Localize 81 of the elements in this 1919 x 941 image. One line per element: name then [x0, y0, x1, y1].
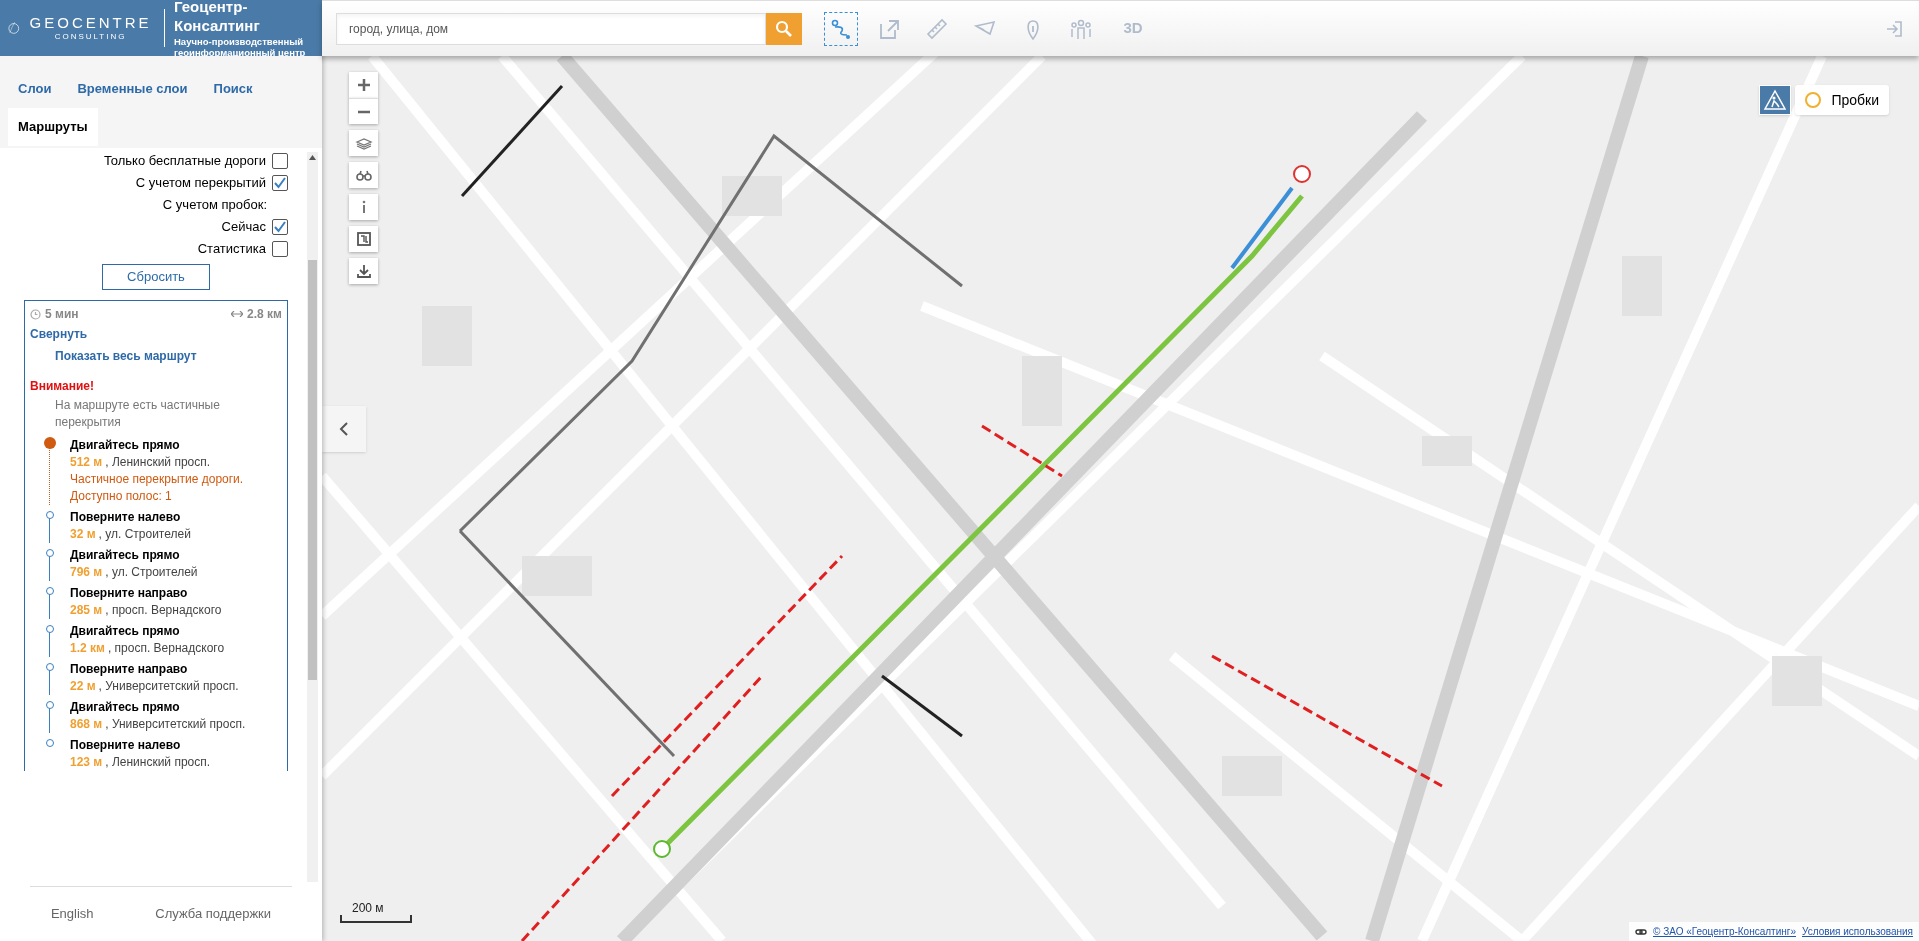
route-distance: 2.8 км [247, 306, 282, 323]
step-instruction: Двигайтесь прямо [70, 547, 181, 564]
route-tool[interactable] [824, 11, 858, 46]
checkbox-label: Только бесплатные дороги [103, 152, 266, 171]
step-instruction: Двигайтесь прямо [70, 699, 181, 716]
step-note: Доступно полос: 1 [70, 488, 173, 505]
step-instruction: Поверните направо [70, 585, 189, 602]
route-time: 5 мин [45, 306, 79, 323]
step-street: , просп. Вернадского [105, 602, 222, 619]
traffic-toggle[interactable]: Пробки [1795, 85, 1889, 115]
clock-icon [30, 308, 41, 320]
zoom-out-icon [356, 109, 371, 114]
step-street: , Ленинский просп. [105, 454, 211, 471]
checkbox[interactable] [272, 153, 288, 169]
ruler-icon [926, 17, 948, 40]
people-icon [1070, 17, 1092, 40]
tab[interactable]: Слои [8, 70, 62, 108]
download-button[interactable] [349, 258, 378, 284]
chevron-left-icon [339, 421, 349, 437]
checkbox-label: Статистика [197, 240, 266, 259]
collapse-link[interactable]: Свернуть [30, 325, 282, 343]
logo-subtext: CONSULTING [54, 33, 127, 41]
scale-label: 200 м [352, 900, 384, 917]
checkbox[interactable] [272, 219, 288, 235]
search-icon [775, 19, 793, 38]
logo-text: GEOCENTRE [29, 15, 152, 30]
step-instruction: Поверните налево [70, 509, 182, 526]
scrollbar[interactable] [307, 152, 318, 882]
link-icon [1635, 926, 1647, 937]
route-icon [830, 17, 852, 40]
step-distance: 32 м [70, 526, 96, 543]
checkbox-label: Сейчас [221, 218, 266, 237]
info-icon [360, 200, 367, 214]
tab[interactable]: Поиск [203, 70, 263, 108]
search-field[interactable]: город, улица, дом [336, 12, 766, 45]
roadwork-icon[interactable] [1759, 85, 1792, 115]
step-instruction: Поверните направо [70, 661, 189, 678]
step-street: , ул. Строителей [105, 564, 198, 581]
step-instruction: Двигайтесь прямо [70, 437, 181, 454]
company-title: Геоцентр-Консалтинг [174, 0, 261, 36]
legend-button[interactable] [349, 226, 378, 252]
step-instruction: Поверните налево [70, 737, 182, 754]
external-link-icon [878, 17, 900, 40]
reset-button[interactable]: Сбросить [102, 264, 210, 290]
zoom-out-button[interactable] [349, 98, 378, 124]
step-distance: 1.2 км [70, 640, 105, 657]
download-icon [354, 262, 373, 280]
distance-icon [231, 311, 244, 317]
copyright-link[interactable]: © ЗАО «Геоцентр-Консалтинг» [1653, 924, 1796, 939]
step-distance: 868 м [70, 716, 103, 733]
info-button[interactable] [349, 194, 378, 220]
step-street: , Ленинский просп. [105, 754, 211, 771]
checkbox[interactable] [272, 175, 288, 191]
show-route-link[interactable]: Показать весь маршрут [55, 347, 282, 365]
options-heading: С учетом пробок: [162, 196, 267, 215]
step-distance: 123 м [70, 754, 103, 771]
layers-button[interactable] [349, 130, 378, 156]
step-street: , ул. Строителей [98, 526, 191, 543]
step-street: , Университетский просп. [98, 678, 239, 695]
checkbox[interactable] [272, 241, 288, 257]
warning-title: Внимание! [30, 378, 95, 395]
warning-text: На маршруте есть частичные перекрытия [55, 397, 221, 431]
scroll-up-icon[interactable] [309, 155, 316, 160]
step-instruction: Двигайтесь прямо [70, 623, 181, 640]
step-note: Частичное перекрытие дороги. [70, 471, 244, 488]
step-street: , Университетский просп. [105, 716, 246, 733]
step-distance: 285 м [70, 602, 103, 619]
step-street: , просп. Вернадского [107, 640, 225, 657]
scale-bar [340, 915, 412, 923]
terms-link[interactable]: Условия использования [1802, 924, 1913, 939]
step-distance: 512 м [70, 454, 103, 471]
step-distance: 22 м [70, 678, 96, 695]
footer-link[interactable]: Служба поддержки [155, 904, 272, 924]
binoculars-button[interactable] [349, 162, 378, 188]
step-distance: 796 м [70, 564, 103, 581]
legend-icon [354, 230, 373, 248]
zoom-in-button[interactable] [349, 72, 378, 98]
footer-link[interactable]: English [50, 904, 94, 924]
tab[interactable]: Временные слои [67, 70, 198, 108]
tab[interactable]: Маршруты [8, 108, 98, 146]
checkbox-label: С учетом перекрытий [135, 174, 266, 193]
